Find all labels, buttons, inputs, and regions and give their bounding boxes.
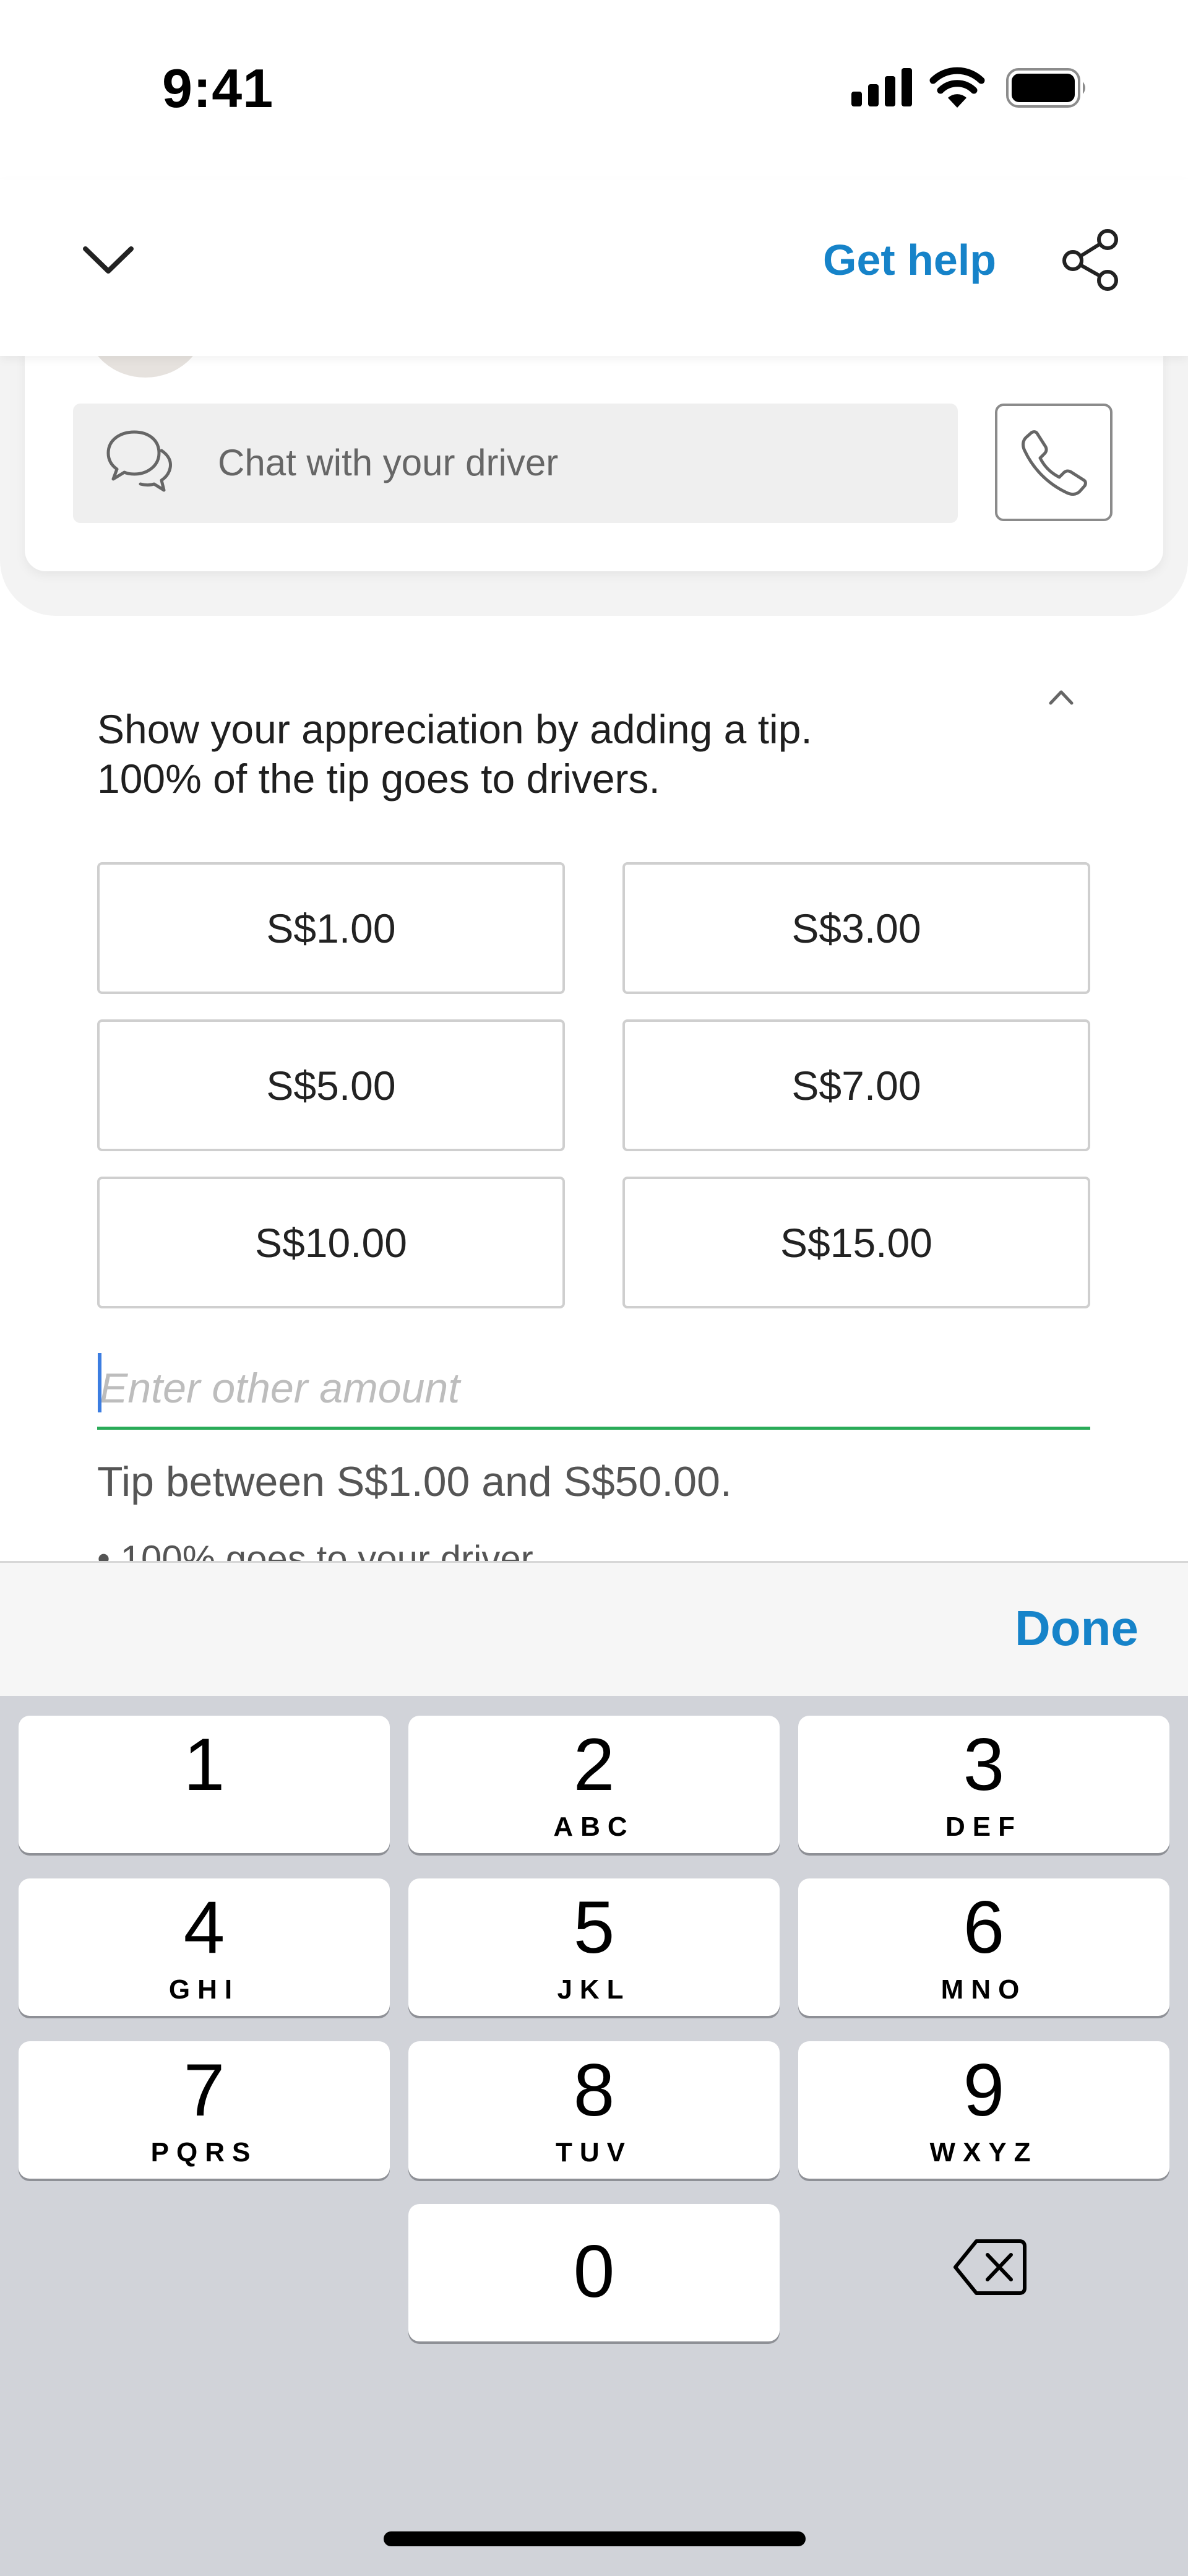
key-digit: 2 <box>573 1723 615 1806</box>
done-button[interactable]: Done <box>1015 1600 1138 1657</box>
key-letters: DEF <box>945 1812 1022 1842</box>
key-7[interactable]: 7 PQRS <box>19 2041 390 2179</box>
other-amount-input[interactable] <box>97 1349 1090 1430</box>
key-letters: ABC <box>553 1812 635 1842</box>
key-6[interactable]: 6 MNO <box>798 1878 1169 2016</box>
key-letters: MNO <box>940 1974 1027 2005</box>
tip-bullet-note: • 100% goes to your driver <box>97 1538 533 1561</box>
tip-option-button[interactable]: S$3.00 <box>622 862 1090 994</box>
keyboard-accessory-bar <box>0 1561 1188 1698</box>
key-2[interactable]: 2 ABC <box>408 1716 780 1853</box>
tip-range-hint: Tip between S$1.00 and S$50.00. <box>97 1458 732 1505</box>
tip-option-button[interactable]: S$10.00 <box>97 1177 565 1308</box>
key-9[interactable]: 9 WXYZ <box>798 2041 1169 2179</box>
key-1[interactable]: 1 <box>19 1716 390 1853</box>
backspace-icon[interactable] <box>953 2236 1027 2298</box>
phone-icon <box>1022 430 1087 496</box>
key-3[interactable]: 3 DEF <box>798 1716 1169 1853</box>
key-4[interactable]: 4 GHI <box>19 1878 390 2016</box>
signal-icon <box>851 68 912 106</box>
key-digit: 6 <box>963 1886 1005 1969</box>
tip-option-button[interactable]: S$5.00 <box>97 1019 565 1151</box>
tip-option-button[interactable]: S$7.00 <box>622 1019 1090 1151</box>
key-digit: 5 <box>573 1886 615 1969</box>
key-digit: 7 <box>183 2049 225 2132</box>
key-letters: TUV <box>556 2137 632 2168</box>
bullet-clip: • 100% goes to your driver <box>0 1529 1188 1561</box>
key-letters: JKL <box>557 1974 631 2005</box>
key-letters: GHI <box>168 1974 240 2005</box>
chevron-down-icon[interactable] <box>80 241 136 279</box>
key-digit: 0 <box>573 2230 615 2313</box>
status-time: 9:41 <box>162 58 274 119</box>
key-5[interactable]: 5 JKL <box>408 1878 780 2016</box>
top-nav-bar <box>0 179 1188 356</box>
share-icon[interactable] <box>1058 226 1126 294</box>
key-digit: 4 <box>183 1886 225 1969</box>
key-digit: 9 <box>963 2049 1005 2132</box>
chat-input-label: Chat with your driver <box>218 442 559 483</box>
chat-bubbles-icon <box>106 430 172 492</box>
battery-icon <box>1006 68 1085 108</box>
key-8[interactable]: 8 TUV <box>408 2041 780 2179</box>
text-cursor <box>98 1353 101 1412</box>
get-help-link[interactable]: Get help <box>823 235 996 285</box>
home-indicator <box>384 2531 806 2546</box>
chevron-up-icon[interactable] <box>1047 687 1075 707</box>
tip-option-button[interactable]: S$1.00 <box>97 862 565 994</box>
key-letters: PQRS <box>150 2137 258 2168</box>
key-letters: WXYZ <box>929 2137 1038 2168</box>
key-digit: 3 <box>963 1723 1005 1806</box>
key-digit: 8 <box>573 2049 615 2132</box>
wifi-icon <box>929 67 985 108</box>
tip-option-button[interactable]: S$15.00 <box>622 1177 1090 1308</box>
key-digit: 1 <box>183 1723 225 1806</box>
key-0[interactable]: 0 <box>408 2204 780 2341</box>
tip-appreciation-message: Show your appreciation by adding a tip. … <box>97 706 812 802</box>
